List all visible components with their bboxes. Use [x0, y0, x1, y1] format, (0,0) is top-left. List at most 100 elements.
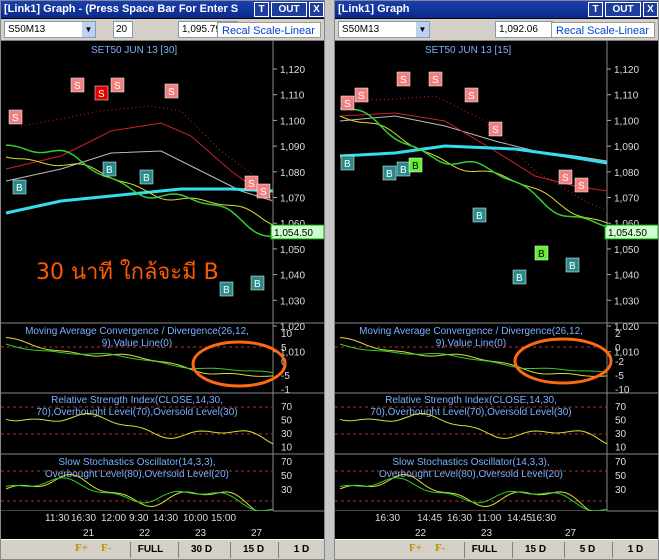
- left-t-button[interactable]: T: [254, 2, 269, 17]
- left-chart-window: [Link1] Graph - (Press Space Bar For Ent…: [0, 0, 325, 560]
- right-out-button[interactable]: OUT: [605, 2, 641, 17]
- buy-signal-label: B: [516, 273, 523, 284]
- left-chart-area[interactable]: SET50 JUN 13 [30] 1,120 1,110 1,100 1,090 1,0…: [1, 41, 324, 539]
- day-label: 23: [195, 528, 207, 539]
- chart-title: SET50 JUN 13 [30]: [91, 45, 177, 56]
- buy-signal-label: B: [400, 165, 407, 176]
- right-t-button[interactable]: T: [588, 2, 603, 17]
- left-symbol-text: S50M13: [8, 24, 46, 35]
- right-chart-window: [Link1] Graph T OUT X S50M13 ▼ 1,092.06 R…: [334, 0, 659, 560]
- left-window-title: [Link1] Graph - (Press Space Bar For Ent…: [4, 3, 239, 15]
- price-tick-label: 1,050: [614, 245, 639, 256]
- rsi-tick-label: 30: [281, 429, 293, 440]
- buy-signal-label: B: [569, 261, 576, 272]
- left-close-button[interactable]: X: [309, 2, 324, 17]
- rsi-tick-label: 10: [281, 443, 293, 454]
- macd-tick-label: 5: [281, 343, 287, 354]
- buy-signal-label: B: [412, 161, 419, 172]
- sell-signal-label: S: [12, 113, 19, 124]
- rsi-title-line1: Relative Strength Index(CLOSE,14,30,: [51, 395, 223, 406]
- price-tick-label: 1,110: [614, 91, 639, 102]
- price-tick-label: 1,040: [614, 271, 639, 282]
- sell-signal-label: S: [168, 87, 175, 98]
- left-1d-button[interactable]: 1 D: [278, 542, 324, 558]
- buy-signal-label: B: [143, 173, 150, 184]
- right-bottom-bar: F+ F- FULL 15 D 5 D 1 D: [335, 539, 658, 559]
- day-label: 27: [565, 528, 577, 539]
- sto-title-line1: Slow Stochastics Oscillator(14,3,3),: [392, 457, 549, 468]
- sell-signal-label: S: [248, 179, 255, 190]
- time-label: 16:30: [447, 513, 472, 524]
- day-label: 23: [481, 528, 493, 539]
- left-out-button[interactable]: OUT: [271, 2, 307, 17]
- left-toolbar: S50M13 ▼ 20 1,095.79 Recal Scale-Linear: [1, 19, 324, 41]
- right-symbol-text: S50M13: [342, 24, 380, 35]
- right-window-title: [Link1] Graph: [338, 3, 410, 15]
- macd-tick-label: 2: [615, 329, 621, 340]
- right-1d-button[interactable]: 1 D: [612, 542, 658, 558]
- price-tick-label: 1,090: [614, 142, 639, 153]
- macd-tick-label: -2: [615, 357, 624, 368]
- price-tick-label: 1,080: [614, 168, 639, 179]
- buy-signal-label: B: [16, 183, 23, 194]
- rsi-tick-label: 50: [615, 416, 627, 427]
- macd-tick-label: 10: [281, 329, 293, 340]
- chevron-down-icon[interactable]: ▼: [416, 22, 429, 37]
- buy-signal-label: B: [344, 159, 351, 170]
- buy-signal-label: B: [476, 211, 483, 222]
- left-15d-button[interactable]: 15 D: [230, 542, 276, 558]
- time-label: 12:00: [101, 513, 126, 524]
- day-label: 27: [251, 528, 263, 539]
- right-15d-button[interactable]: 15 D: [512, 542, 558, 558]
- price-tick-label: 1,120: [614, 65, 639, 76]
- buy-signal-label: B: [254, 279, 261, 290]
- sto-tick-label: 70: [281, 457, 293, 468]
- sto-tick-label: 30: [615, 485, 627, 496]
- time-label: 16:30: [375, 513, 400, 524]
- sell-signal-label: S: [562, 173, 569, 184]
- right-f-plus-button[interactable]: F+: [409, 542, 422, 554]
- sto-title-line1: Slow Stochastics Oscillator(14,3,3),: [58, 457, 215, 468]
- right-toolbar: S50M13 ▼ 1,092.06 Recal Scale-Linear: [335, 19, 658, 41]
- buy-signal-label: B: [538, 249, 545, 260]
- price-tick-label: 1,030: [614, 296, 639, 307]
- macd-tick-label: 0: [615, 343, 621, 354]
- sell-signal-label: S: [74, 81, 81, 92]
- day-label: 21: [83, 528, 95, 539]
- rsi-title-line2: 70),Overbought Level(70),Oversold Level(…: [370, 407, 571, 418]
- left-30d-button[interactable]: 30 D: [178, 542, 224, 558]
- right-5d-button[interactable]: 5 D: [564, 542, 610, 558]
- price-tick-label: 1,110: [280, 91, 305, 102]
- left-full-button[interactable]: FULL: [130, 542, 170, 558]
- right-chart-area[interactable]: SET50 JUN 13 [15] 1,120 1,110 1,100 1,090 1,0…: [335, 41, 658, 539]
- sell-signal-label: S: [432, 75, 439, 86]
- macd-tick-label: -5: [615, 371, 624, 382]
- time-label: 11:30: [45, 513, 70, 524]
- price-tick-label: 1,070: [614, 194, 639, 205]
- right-close-button[interactable]: X: [643, 2, 658, 17]
- time-label: 16:30: [71, 513, 96, 524]
- last-price-label: 1,054.50: [608, 228, 647, 239]
- right-symbol-select[interactable]: S50M13 ▼: [338, 21, 430, 38]
- chevron-down-icon[interactable]: ▼: [82, 22, 95, 37]
- right-f-minus-button[interactable]: F-: [435, 542, 445, 554]
- sell-signal-label: S: [578, 181, 585, 192]
- left-symbol-select[interactable]: S50M13 ▼: [4, 21, 96, 38]
- buy-signal-label: B: [386, 169, 393, 180]
- sell-signal-label: S: [468, 91, 475, 102]
- right-recal-scale-button[interactable]: Recal Scale-Linear: [551, 22, 655, 38]
- sell-signal-label: S: [114, 81, 121, 92]
- left-f-minus-button[interactable]: F-: [101, 542, 111, 554]
- macd-tick-label: -1: [281, 385, 290, 396]
- price-tick-label: 1,100: [280, 116, 305, 127]
- sell-signal-label: S: [98, 89, 105, 100]
- sell-signal-label: S: [400, 75, 407, 86]
- left-f-plus-button[interactable]: F+: [75, 542, 88, 554]
- left-recal-scale-button[interactable]: Recal Scale-Linear: [217, 22, 321, 38]
- right-price-box: 1,092.06: [495, 21, 553, 38]
- macd-title-line1: Moving Average Convergence / Divergence(…: [25, 326, 249, 337]
- price-tick-label: 1,040: [280, 271, 305, 282]
- sto-tick-label: 50: [615, 471, 627, 482]
- day-label: 22: [415, 528, 427, 539]
- right-full-button[interactable]: FULL: [464, 542, 504, 558]
